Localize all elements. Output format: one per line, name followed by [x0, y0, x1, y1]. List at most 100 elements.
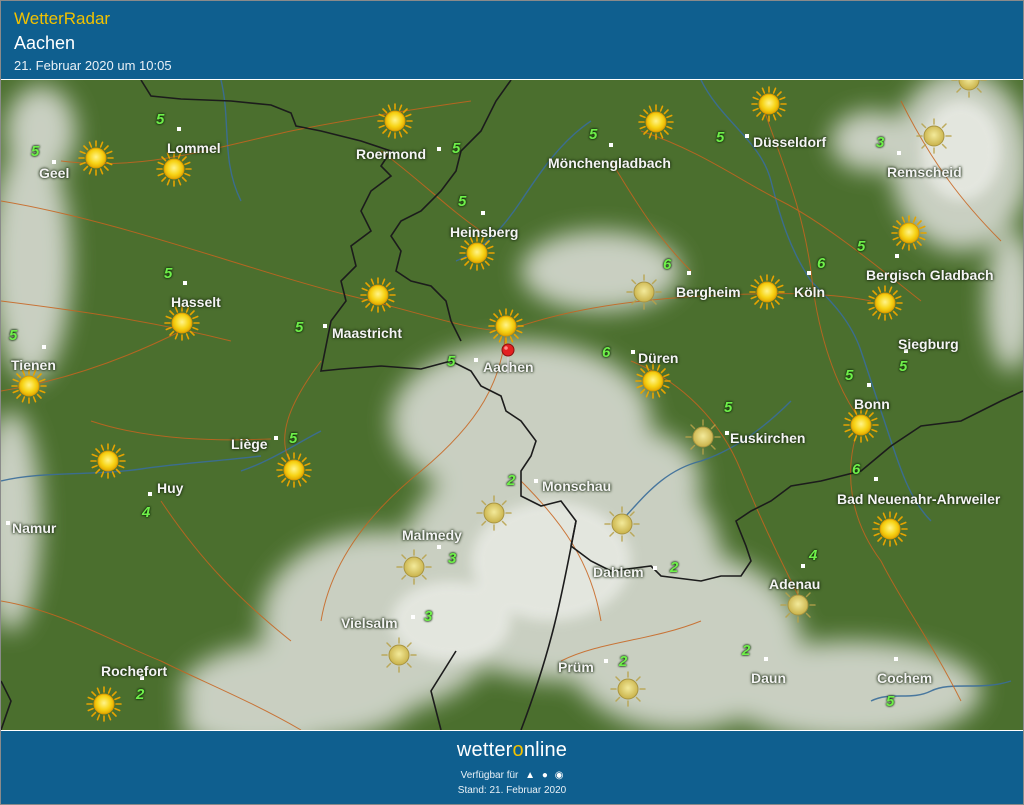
footer-bar: wetteronline Verfügbar für ▲ ● ◉ Stand: … [1, 731, 1023, 804]
sun-icon [164, 305, 200, 341]
sun-pale-icon [610, 671, 646, 707]
city-label[interactable]: Huy [157, 480, 183, 496]
wind-value: 6 [852, 461, 861, 478]
available-label: Verfügbar für [460, 770, 519, 781]
city-label[interactable]: Maastricht [332, 325, 402, 341]
wind-value: 5 [716, 129, 725, 146]
sun-icon [872, 511, 908, 547]
city-label[interactable]: Siegburg [898, 336, 959, 352]
wind-value: 2 [507, 472, 516, 489]
sun-pale-icon [604, 506, 640, 542]
sun-icon [156, 151, 192, 187]
sun-icon [488, 308, 524, 344]
city-label[interactable]: Bergisch Gladbach [866, 267, 994, 283]
wind-value: 6 [663, 256, 672, 273]
city-label[interactable]: Roermond [356, 146, 426, 162]
city-label[interactable]: Dahlem [593, 564, 644, 580]
logo-part: nline [523, 739, 568, 761]
wind-value: 3 [424, 608, 433, 625]
city-label[interactable]: Heinsberg [450, 224, 518, 240]
sun-pale-icon [626, 274, 662, 310]
city-label[interactable]: Remscheid [887, 164, 962, 180]
city-label[interactable]: Euskirchen [730, 430, 805, 446]
wind-value: 5 [845, 367, 854, 384]
sun-pale-icon [396, 549, 432, 585]
radar-map[interactable]: Geel Lommel Roermond Mönchengladbach Düsseld… [1, 80, 1023, 730]
web-icon[interactable]: ◉ [555, 770, 564, 781]
wind-value: 5 [886, 693, 895, 710]
app-frame: WetterRadar Aachen 21. Februar 2020 um 1… [0, 0, 1024, 805]
city-label[interactable]: Bonn [854, 396, 890, 412]
city-label[interactable]: Hasselt [171, 294, 221, 310]
city-label[interactable]: Cochem [877, 670, 932, 686]
wind-value: 4 [142, 504, 151, 521]
availability-line: Verfügbar für ▲ ● ◉ [1, 770, 1023, 781]
sun-icon [751, 86, 787, 122]
wind-value: 5 [295, 319, 304, 336]
wind-value: 5 [164, 265, 173, 282]
app-title: WetterRadar [14, 9, 111, 28]
sun-icon [749, 274, 785, 310]
wind-value: 5 [156, 111, 165, 128]
sun-icon [86, 686, 122, 722]
sun-icon [90, 443, 126, 479]
city-label[interactable]: Malmedy [402, 527, 462, 543]
city-label[interactable]: Daun [751, 670, 786, 686]
city-label[interactable]: Rochefort [101, 663, 167, 679]
city-label[interactable]: Liège [231, 436, 268, 452]
wind-value: 6 [817, 255, 826, 272]
wind-value: 5 [9, 327, 18, 344]
wind-value: 2 [619, 653, 628, 670]
wind-value: 3 [448, 550, 457, 567]
wind-value: 3 [876, 134, 885, 151]
sun-pale-icon [685, 419, 721, 455]
logo-part: wetter [456, 739, 513, 761]
sun-icon [867, 285, 903, 321]
location-title: Aachen [14, 33, 76, 53]
city-label[interactable]: Mönchengladbach [548, 155, 671, 171]
city-label[interactable]: Düren [638, 350, 678, 366]
city-label[interactable]: Geel [39, 165, 69, 181]
wind-value: 2 [670, 559, 679, 576]
wind-value: 2 [136, 686, 145, 703]
wind-value: 5 [458, 193, 467, 210]
wind-value: 2 [742, 642, 751, 659]
city-label[interactable]: Bad Neuenahr-Ahrweiler [837, 491, 1000, 507]
city-label[interactable]: Düsseldorf [753, 134, 826, 150]
sun-icon [78, 140, 114, 176]
sun-icon [377, 103, 413, 139]
wind-value: 5 [447, 353, 456, 370]
timestamp: 21. Februar 2020 um 10:05 [14, 58, 172, 73]
wind-value: 4 [809, 547, 818, 564]
android-icon[interactable]: ▲ [525, 770, 535, 781]
wetteronline-logo[interactable]: wetteronline [1, 739, 1023, 762]
city-label[interactable]: Lommel [167, 140, 221, 156]
sun-icon [843, 407, 879, 443]
stand-date: Stand: 21. Februar 2020 [457, 785, 567, 796]
city-label[interactable]: Monschau [542, 478, 611, 494]
city-label[interactable]: Namur [12, 520, 56, 536]
sun-icon [638, 104, 674, 140]
location-pin-icon[interactable] [501, 343, 515, 373]
sun-pale-icon [916, 118, 952, 154]
wind-value: 5 [857, 238, 866, 255]
wind-value: 5 [724, 399, 733, 416]
wind-value: 6 [602, 344, 611, 361]
sun-icon [635, 363, 671, 399]
sun-pale-icon [381, 637, 417, 673]
sun-icon [459, 235, 495, 271]
city-label[interactable]: Adenau [769, 576, 820, 592]
wind-value: 5 [289, 430, 298, 447]
wind-value: 5 [452, 140, 461, 157]
city-label[interactable]: Vielsalm [341, 615, 398, 631]
wind-value: 5 [589, 126, 598, 143]
sun-icon [891, 215, 927, 251]
sun-icon [360, 277, 396, 313]
city-label[interactable]: Köln [794, 284, 825, 300]
city-label[interactable]: Tienen [11, 357, 56, 373]
city-label[interactable]: Bergheim [676, 284, 741, 300]
logo-o: o [512, 739, 524, 761]
sun-pale-icon [476, 495, 512, 531]
apple-icon[interactable]: ● [542, 770, 548, 781]
city-label[interactable]: Prüm [558, 659, 594, 675]
